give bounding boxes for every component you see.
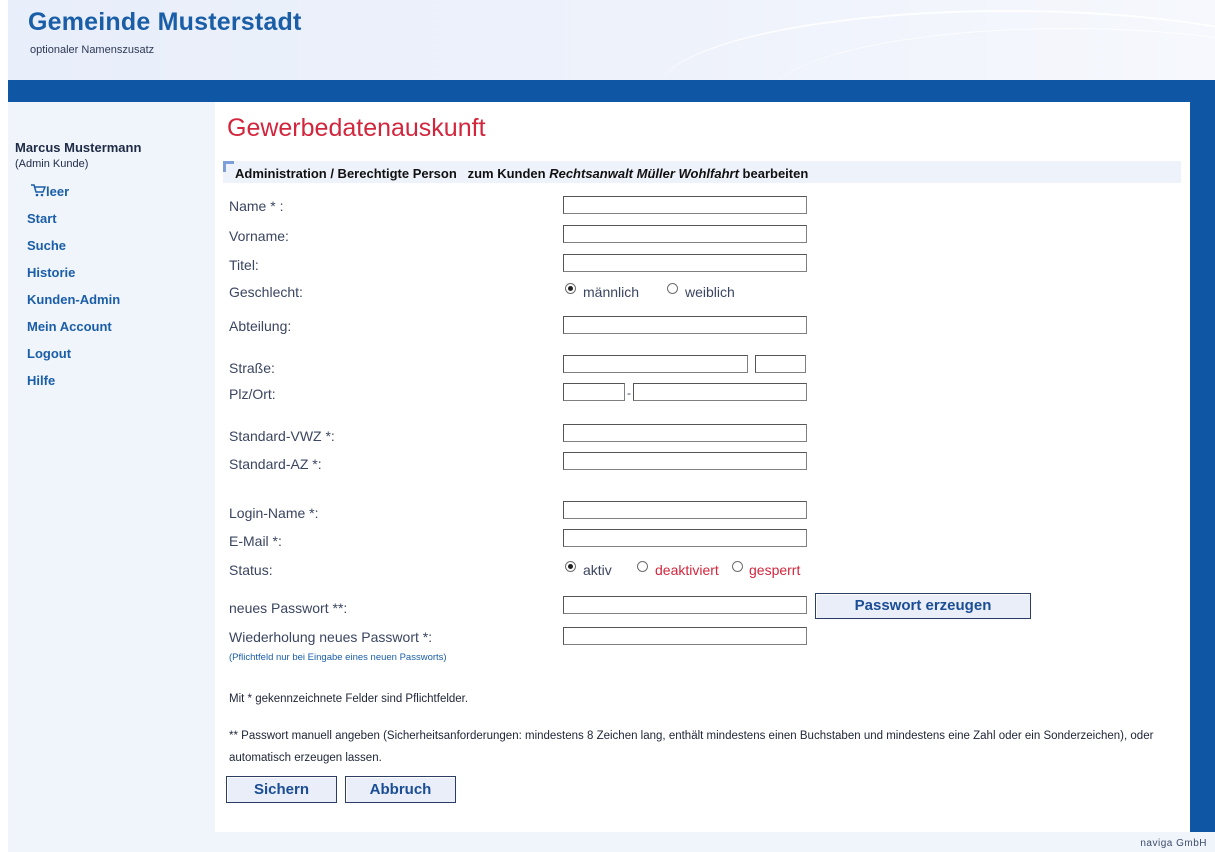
nav-hilfe[interactable]: Hilfe — [27, 373, 55, 388]
cart-link[interactable]: leer — [30, 184, 69, 199]
gender-female-label: weiblich — [685, 284, 735, 300]
generate-password-button[interactable]: Passwort erzeugen — [815, 593, 1031, 619]
status-locked-radio[interactable] — [732, 561, 743, 572]
status-locked-label: gesperrt — [749, 562, 801, 578]
status-deactivated-radio[interactable] — [637, 561, 648, 572]
gender-male-label: männlich — [583, 284, 640, 300]
vorname-input[interactable] — [563, 225, 807, 243]
section-prefix: Administration / Berechtigte Person zum … — [235, 166, 550, 181]
titel-input[interactable] — [563, 254, 807, 272]
az-input[interactable] — [563, 452, 807, 470]
status-label: Status: — [229, 562, 273, 578]
cart-label: leer — [46, 184, 70, 199]
email-label: E-Mail *: — [229, 533, 282, 549]
cancel-button[interactable]: Abbruch — [345, 776, 456, 803]
required-note: Mit * gekennzeichnete Felder sind Pflich… — [229, 693, 469, 705]
section-title: Administration / Berechtigte Person zum … — [235, 166, 808, 181]
street-input[interactable] — [563, 355, 748, 373]
plzort-label: Plz/Ort: — [229, 386, 276, 402]
plz-input[interactable] — [563, 383, 625, 401]
top-bar — [8, 80, 1215, 102]
site-subtitle: optionaler Namenszusatz — [30, 44, 155, 56]
vorname-label: Vorname: — [229, 228, 289, 244]
section-customer: Rechtsanwalt Müller Wohlfahrt — [549, 166, 739, 181]
status-active-radio[interactable] — [565, 561, 576, 572]
site-title: Gemeinde Musterstadt — [28, 8, 302, 36]
nav-historie[interactable]: Historie — [27, 265, 75, 280]
save-button[interactable]: Sichern — [226, 776, 337, 803]
status-deactivated-label: deaktiviert — [655, 562, 719, 578]
password-repeat-label: Wiederholung neues Passwort *: — [229, 629, 433, 645]
az-label: Standard-AZ *: — [229, 456, 322, 472]
user-role: (Admin Kunde) — [15, 158, 89, 170]
login-input[interactable] — [563, 501, 807, 519]
name-label: Name * : — [229, 198, 284, 214]
user-name: Marcus Mustermann — [15, 140, 142, 155]
geschlecht-label: Geschlecht: — [229, 284, 303, 300]
cart-icon — [31, 184, 47, 197]
nav-start[interactable]: Start — [27, 211, 57, 226]
password-label: neues Passwort **: — [229, 600, 348, 616]
nav-mein-account[interactable]: Mein Account — [27, 319, 112, 334]
ort-input[interactable] — [633, 383, 807, 401]
email-input[interactable] — [563, 529, 807, 547]
footer-text: naviga GmbH — [1140, 838, 1207, 849]
house-number-input[interactable] — [755, 355, 806, 373]
status-active-label: aktiv — [583, 562, 612, 578]
abteilung-input[interactable] — [563, 316, 807, 334]
strasse-label: Straße: — [229, 360, 275, 376]
vwz-label: Standard-VWZ *: — [229, 428, 335, 444]
section-suffix: bearbeiten — [738, 166, 809, 181]
page-title: Gewerbedatenauskunft — [227, 114, 486, 142]
login-label: Login-Name *: — [229, 505, 319, 521]
gender-male-radio[interactable] — [565, 283, 576, 294]
abteilung-label: Abteilung: — [229, 318, 292, 334]
footer-bar — [8, 832, 1215, 852]
corner-decoration — [223, 161, 234, 172]
titel-label: Titel: — [229, 257, 259, 273]
password-input[interactable] — [563, 596, 807, 614]
password-repeat-hint: (Pflichtfeld nur bei Eingabe eines neuen… — [229, 652, 447, 663]
right-bar — [1190, 102, 1215, 832]
password-repeat-input[interactable] — [563, 627, 807, 645]
password-note: ** Passwort manuell angeben (Sicherheits… — [229, 730, 1154, 764]
vwz-input[interactable] — [563, 424, 807, 442]
nav-kunden-admin[interactable]: Kunden-Admin — [27, 292, 120, 307]
nav-logout[interactable]: Logout — [27, 346, 71, 361]
nav-suche[interactable]: Suche — [27, 238, 66, 253]
plz-separator: - — [627, 386, 631, 400]
gender-female-radio[interactable] — [667, 283, 678, 294]
name-input[interactable] — [563, 196, 807, 214]
